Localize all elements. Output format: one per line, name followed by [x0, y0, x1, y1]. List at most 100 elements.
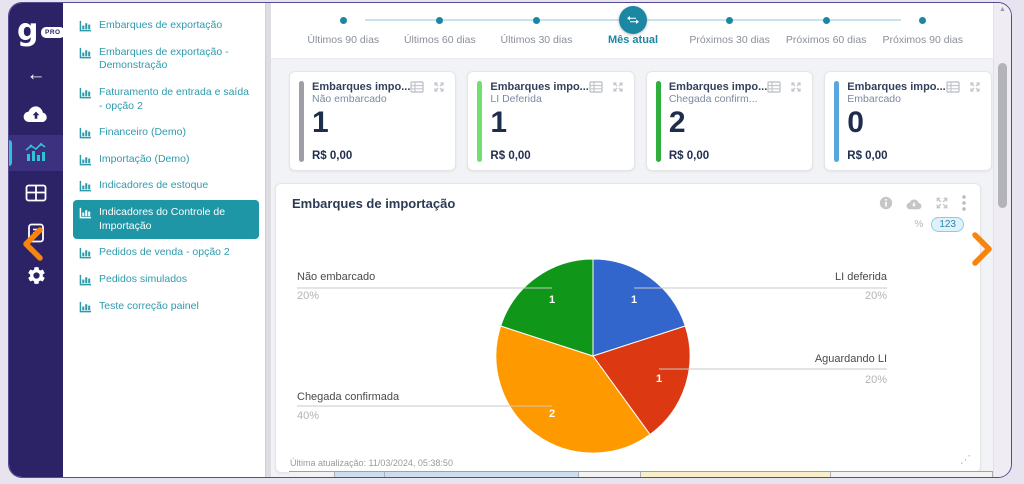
logo-letter: g	[17, 13, 38, 48]
kebab-menu-icon[interactable]	[962, 195, 966, 211]
toggle-percent-button[interactable]: %	[914, 219, 923, 230]
kpi-cards-row: Embarques impo... Não embarcado 1 R$ 0,0…	[289, 71, 973, 171]
timeline-dot[interactable]	[919, 17, 926, 24]
card-expand-icon[interactable]	[790, 81, 802, 93]
tables-nav-button[interactable]	[9, 175, 63, 211]
timeline-dot[interactable]	[533, 17, 540, 24]
card-subtitle: Não embarcado	[312, 93, 410, 105]
card-value: 1	[312, 108, 445, 138]
card-accent-bar	[299, 81, 304, 162]
card-subtitle: Chegada confirm...	[669, 93, 767, 105]
timeline-dot[interactable]	[436, 17, 443, 24]
back-button[interactable]: ←	[9, 57, 63, 93]
svg-text:2: 2	[549, 408, 555, 420]
panel-resize-grip[interactable]: ⋰	[960, 453, 972, 466]
expand-icon[interactable]	[935, 196, 949, 210]
period-timeline-bar: Últimos 90 diasÚltimos 60 diasÚltimos 30…	[271, 3, 995, 59]
sidebar-item-8[interactable]: Pedidos simulados	[73, 267, 259, 293]
svg-text:Aguardando LI: Aguardando LI	[815, 353, 887, 365]
expand-panel-chevron[interactable]	[969, 231, 995, 267]
card-value: 0	[847, 108, 980, 138]
app-logo[interactable]: g PRO	[17, 13, 63, 53]
timeline-step-2[interactable]: Últimos 30 dias	[488, 3, 585, 59]
svg-text:Chegada confirmada: Chegada confirmada	[297, 391, 400, 403]
table-sliver-cell-5	[831, 472, 993, 477]
card-accent-bar	[834, 81, 839, 162]
card-amount: R$ 0,00	[847, 150, 980, 162]
timeline-step-5[interactable]: Próximos 60 dias	[778, 3, 875, 59]
kpi-card-1[interactable]: Embarques impo... LI Deferida 1 R$ 0,00	[467, 71, 634, 171]
timeline-step-6[interactable]: Próximos 90 dias	[874, 3, 971, 59]
timeline-step-0[interactable]: Últimos 90 dias	[295, 3, 392, 59]
scrollbar-thumb[interactable]	[998, 63, 1007, 208]
info-icon[interactable]	[879, 196, 893, 210]
timeline-step-3[interactable]: Mês atual	[585, 3, 682, 59]
sidebar-item-1[interactable]: Embarques de exportação - Demonstração	[73, 40, 259, 79]
svg-text:1: 1	[549, 294, 555, 306]
download-cloud-icon[interactable]	[906, 197, 922, 210]
vertical-scrollbar[interactable]: ▲	[993, 3, 1011, 477]
kpi-card-3[interactable]: Embarques impo... Embarcado 0 R$ 0,00	[824, 71, 991, 171]
sidebar-item-2[interactable]: Faturamento de entrada e saída - opção 2	[73, 80, 259, 119]
upload-button[interactable]	[9, 95, 63, 131]
sidebar-item-9[interactable]: Teste correção painel	[73, 294, 259, 320]
card-accent-bar	[477, 81, 482, 162]
data-tables-icon	[25, 184, 47, 202]
table-sliver-cell-2	[385, 472, 579, 477]
sidebar-item-label: Importação (Demo)	[99, 153, 189, 167]
card-value: 1	[490, 108, 623, 138]
sidebar-item-5[interactable]: Indicadores de estoque	[73, 173, 259, 199]
scrollbar-up-arrow[interactable]: ▲	[999, 6, 1006, 13]
import-shipments-pie-chart[interactable]: 1121LI deferida20%Aguardando LI20%Chegad…	[276, 242, 982, 456]
sidebar-item-3[interactable]: Financeiro (Demo)	[73, 120, 259, 146]
last-update-text: Última atualização: 11/03/2024, 05:38:50	[290, 458, 453, 468]
card-table-icon[interactable]	[410, 81, 424, 93]
timeline-step-label: Próximos 90 dias	[874, 34, 971, 46]
timeline-dot[interactable]	[726, 17, 733, 24]
indicators-nav-button[interactable]	[9, 135, 63, 171]
timeline-dot[interactable]	[823, 17, 830, 24]
card-value: 2	[669, 108, 802, 138]
sidebar-item-6[interactable]: Indicadores do Controle de Importação	[73, 200, 259, 239]
card-table-icon[interactable]	[767, 81, 781, 93]
indicators-chart-icon	[24, 143, 48, 163]
sidebar-item-label: Indicadores do Controle de Importação	[99, 206, 253, 233]
sidebar-item-label: Indicadores de estoque	[99, 179, 208, 193]
timeline-step-1[interactable]: Últimos 60 dias	[392, 3, 489, 59]
timeline-dot[interactable]	[340, 17, 347, 24]
card-expand-icon[interactable]	[969, 81, 981, 93]
dashboard-menu-sidebar: Embarques de exportação Embarques de exp…	[63, 3, 265, 477]
card-table-icon[interactable]	[589, 81, 603, 93]
sidebar-item-label: Embarques de exportação - Demonstração	[99, 46, 253, 73]
cloud-upload-icon	[23, 103, 49, 123]
collapse-sidebar-chevron[interactable]	[19, 225, 47, 263]
card-subtitle: Embarcado	[847, 93, 945, 105]
card-subtitle: LI Deferida	[490, 93, 588, 105]
sidebar-item-label: Pedidos de venda - opção 2	[99, 246, 230, 260]
table-sliver-cell-0	[289, 472, 335, 477]
card-accent-bar	[656, 81, 661, 162]
current-period-dot[interactable]	[619, 6, 647, 34]
svg-text:Não embarcado: Não embarcado	[297, 271, 375, 283]
svg-text:1: 1	[631, 294, 637, 306]
card-expand-icon[interactable]	[612, 81, 624, 93]
toggle-number-button[interactable]: 123	[931, 217, 964, 232]
card-title: Embarques impo...	[490, 81, 588, 93]
timeline-step-label: Últimos 30 dias	[488, 34, 585, 46]
timeline-step-label: Mês atual	[585, 34, 682, 46]
timeline-step-4[interactable]: Próximos 30 dias	[681, 3, 778, 59]
svg-text:20%: 20%	[865, 290, 887, 302]
timeline-step-label: Próximos 60 dias	[778, 34, 875, 46]
sidebar-item-4[interactable]: Importação (Demo)	[73, 147, 259, 173]
card-table-icon[interactable]	[946, 81, 960, 93]
sidebar-item-7[interactable]: Pedidos de venda - opção 2	[73, 240, 259, 266]
card-expand-icon[interactable]	[433, 81, 445, 93]
table-sliver-cell-1	[335, 472, 385, 477]
svg-text:1: 1	[656, 373, 662, 385]
kpi-card-2[interactable]: Embarques impo... Chegada confirm... 2 R…	[646, 71, 813, 171]
sidebar-item-0[interactable]: Embarques de exportação	[73, 13, 259, 39]
timeline-step-label: Últimos 90 dias	[295, 34, 392, 46]
kpi-card-0[interactable]: Embarques impo... Não embarcado 1 R$ 0,0…	[289, 71, 456, 171]
settings-gear-icon	[26, 265, 47, 286]
sidebar-item-label: Teste correção painel	[99, 300, 199, 314]
